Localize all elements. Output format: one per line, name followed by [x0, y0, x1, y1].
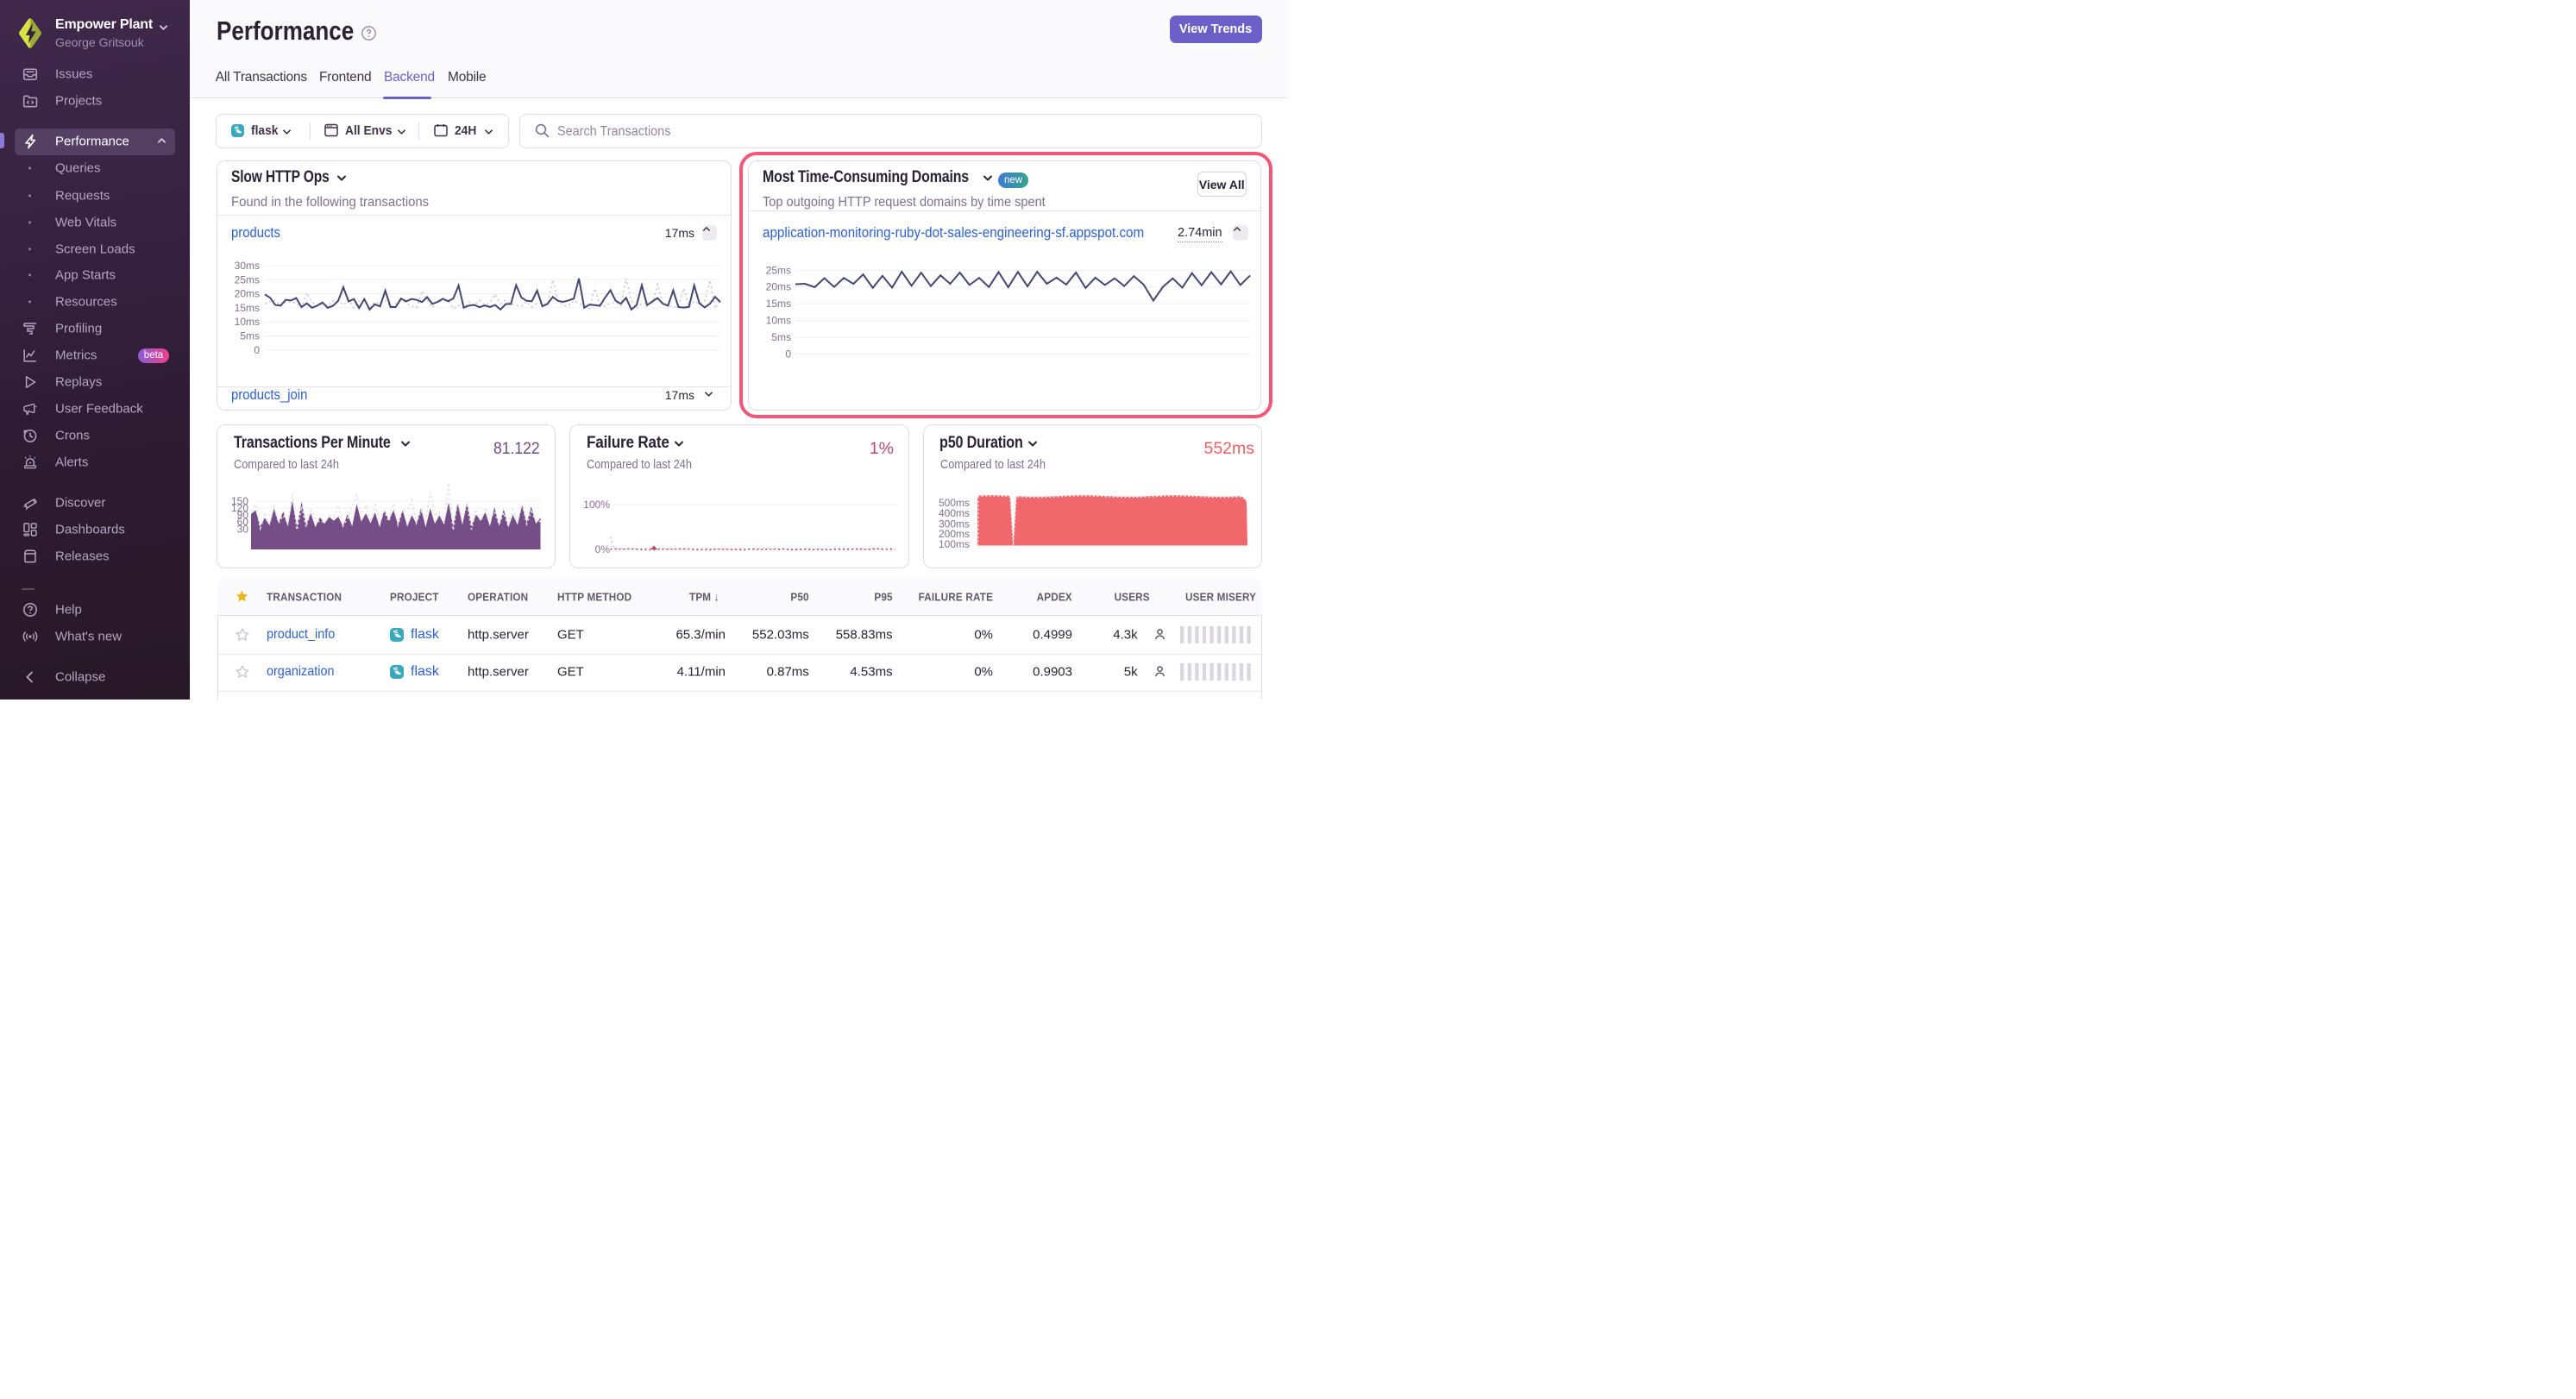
svg-text:25ms: 25ms	[235, 273, 260, 285]
svg-text:0: 0	[254, 344, 260, 356]
svg-text:15ms: 15ms	[235, 302, 260, 314]
svg-text:100%: 100%	[583, 499, 610, 511]
svg-text:100ms: 100ms	[939, 538, 970, 550]
svg-text:20ms: 20ms	[235, 288, 260, 300]
svg-text:10ms: 10ms	[235, 316, 260, 328]
svg-text:30ms: 30ms	[235, 260, 260, 272]
svg-text:30: 30	[237, 524, 249, 536]
svg-text:5ms: 5ms	[240, 330, 260, 342]
svg-text:0%: 0%	[594, 543, 610, 555]
